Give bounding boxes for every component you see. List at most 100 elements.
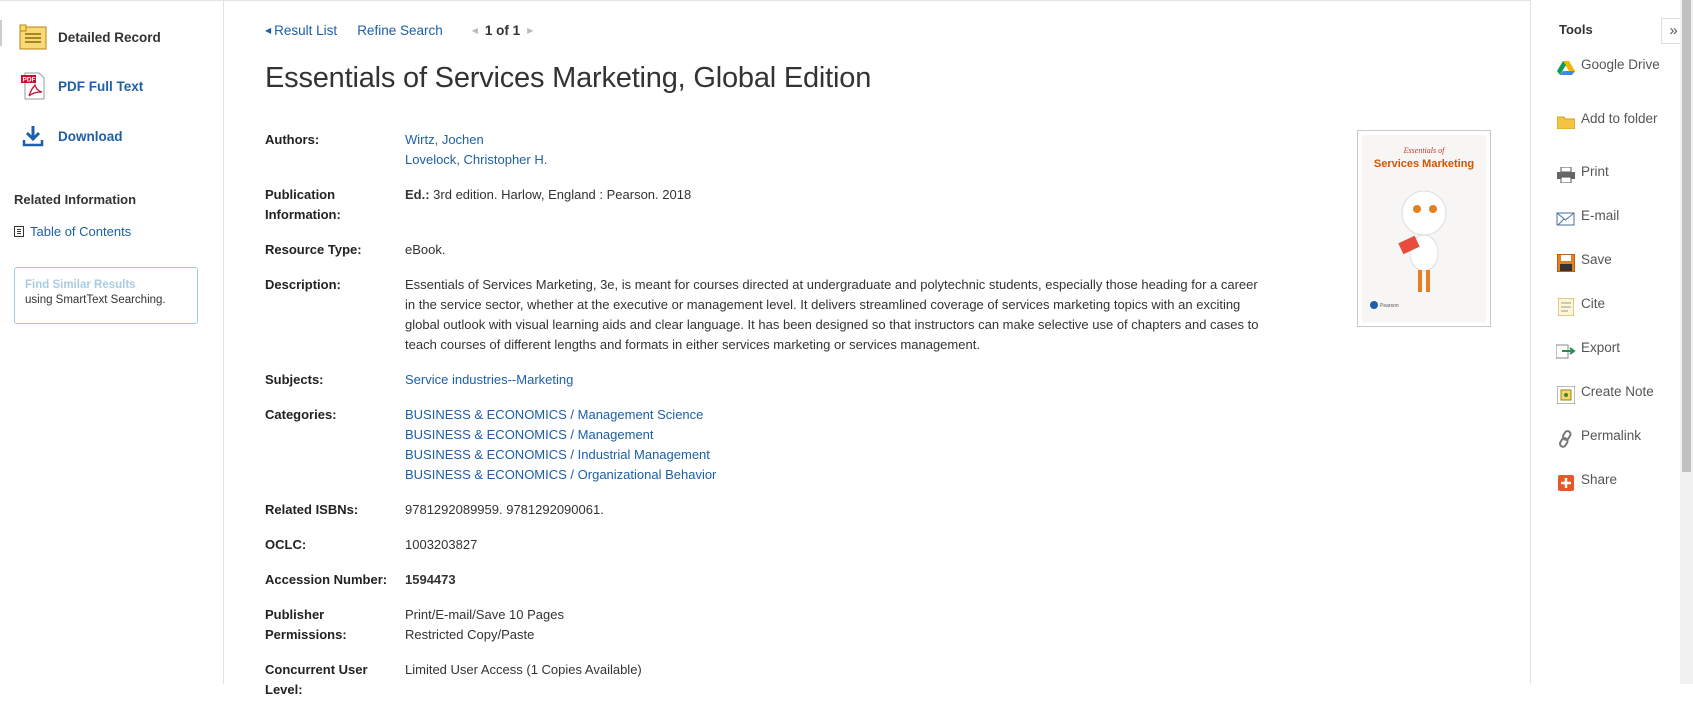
google-drive-icon: [1555, 57, 1577, 79]
tool-label: Permalink: [1581, 428, 1642, 443]
accession-number-row: Accession Number: 1594473: [265, 570, 1345, 590]
category-link[interactable]: BUSINESS & ECONOMICS / Management Scienc…: [405, 405, 1345, 425]
table-of-contents-link[interactable]: Table of Contents: [14, 224, 131, 239]
field-value: 9781292089959. 9781292090061.: [405, 502, 604, 517]
subjects-row: Subjects: Service industries--Marketing: [265, 370, 1345, 390]
field-label: Categories:: [265, 407, 337, 422]
record-fields: Authors: Wirtz, Jochen Lovelock, Christo…: [265, 130, 1345, 715]
download-icon: [18, 121, 48, 151]
tool-print[interactable]: Print: [1555, 164, 1661, 186]
left-sidebar: Detailed Record PDF PDF Full Text Downlo…: [0, 0, 224, 684]
field-label-line: Permissions:: [265, 627, 347, 642]
tool-label: Create Note: [1581, 384, 1654, 399]
download-link[interactable]: Download: [18, 121, 123, 151]
tool-export[interactable]: Export: [1555, 340, 1661, 362]
publication-value: 3rd edition. Harlow, England : Pearson. …: [429, 187, 692, 202]
author-link[interactable]: Lovelock, Christopher H.: [405, 150, 1345, 170]
link-icon: [1555, 428, 1577, 450]
tool-permalink[interactable]: Permalink: [1555, 428, 1661, 450]
field-value: Limited User Access (1 Copies Available): [405, 662, 642, 677]
svg-text:PDF: PDF: [23, 77, 36, 84]
tools-heading: Tools: [1559, 22, 1593, 37]
concurrent-user-level-row: Concurrent User Level: Limited User Acce…: [265, 660, 1345, 700]
table-of-contents-label: Table of Contents: [30, 224, 132, 239]
field-value: Essentials of Services Marketing, 3e, is…: [405, 277, 1259, 352]
tool-google-drive[interactable]: Google Drive: [1555, 57, 1661, 79]
field-label-line: Information:: [265, 207, 341, 222]
tool-label: Print: [1581, 164, 1609, 179]
result-list-link[interactable]: Result List: [274, 23, 337, 38]
tool-share[interactable]: Share: [1555, 472, 1661, 494]
result-navigation: ◀ Result List Refine Search ◀ 1 of 1 ▶: [265, 23, 540, 38]
export-icon: [1555, 340, 1577, 362]
main-content: ◀ Result List Refine Search ◀ 1 of 1 ▶ E…: [224, 0, 1530, 697]
next-record-icon[interactable]: ▶: [527, 26, 533, 35]
tool-email[interactable]: E-mail: [1555, 208, 1661, 230]
tool-save[interactable]: Save: [1555, 252, 1661, 274]
tool-label: Google Drive: [1581, 57, 1660, 72]
tool-label: Add to folder: [1581, 111, 1658, 126]
scrollbar[interactable]: [1680, 0, 1693, 684]
field-label: Concurrent User Level:: [265, 660, 405, 700]
active-indicator: [0, 20, 2, 46]
subject-link[interactable]: Service industries--Marketing: [405, 372, 573, 387]
cover-title-line1: Essentials of: [1403, 146, 1446, 155]
related-information-heading: Related Information: [14, 192, 137, 207]
field-label: Description:: [265, 277, 341, 292]
book-cover-image: Essentials of Services Marketing Pearson: [1362, 135, 1486, 322]
tools-panel: Tools » Google Drive Add to folder Print…: [1530, 0, 1693, 684]
field-value: Restricted Copy/Paste: [405, 627, 535, 642]
record-title: Essentials of Services Marketing, Global…: [265, 62, 872, 94]
authors-row: Authors: Wirtz, Jochen Lovelock, Christo…: [265, 130, 1345, 170]
category-link[interactable]: BUSINESS & ECONOMICS / Industrial Manage…: [405, 445, 1345, 465]
category-link[interactable]: BUSINESS & ECONOMICS / Management: [405, 425, 1345, 445]
cover-publisher: Pearson: [1380, 303, 1399, 309]
detailed-record-link[interactable]: Detailed Record: [18, 22, 161, 52]
field-label: Resource Type:: [265, 242, 362, 257]
tool-add-to-folder[interactable]: Add to folder: [1555, 111, 1661, 133]
author-link[interactable]: Wirtz, Jochen: [405, 130, 1345, 150]
scrollbar-thumb[interactable]: [1682, 0, 1691, 472]
field-label: Authors:: [265, 132, 320, 147]
pager: ◀ 1 of 1 ▶: [465, 23, 541, 38]
detailed-record-label: Detailed Record: [58, 29, 161, 45]
tool-create-note[interactable]: Create Note: [1555, 384, 1661, 406]
find-similar-results-box[interactable]: Find Similar Results using SmartText Sea…: [14, 267, 198, 324]
table-of-contents-icon: [14, 226, 24, 237]
pdf-full-text-link[interactable]: PDF PDF Full Text: [18, 71, 143, 101]
field-label-line: Level:: [265, 682, 303, 697]
oclc-row: OCLC: 1003203827: [265, 535, 1345, 555]
pager-count: 1 of 1: [484, 23, 521, 38]
description-row: Description: Essentials of Services Mark…: [265, 275, 1345, 355]
printer-icon: [1555, 164, 1577, 186]
download-label: Download: [58, 128, 123, 144]
related-isbns-row: Related ISBNs: 9781292089959. 9781292090…: [265, 500, 1345, 520]
field-label: Publisher Permissions:: [265, 605, 405, 645]
previous-record-icon[interactable]: ◀: [472, 26, 478, 35]
tool-label: Save: [1581, 252, 1612, 267]
email-icon: [1555, 208, 1577, 230]
tool-label: Export: [1581, 340, 1621, 355]
tool-cite[interactable]: Cite: [1555, 296, 1661, 318]
find-similar-subtitle: using SmartText Searching.: [25, 294, 166, 306]
field-value: 1594473: [405, 572, 456, 587]
cover-title-line2: Services Marketing: [1374, 158, 1474, 170]
field-value: 1003203827: [405, 537, 478, 552]
refine-search-link[interactable]: Refine Search: [357, 23, 443, 38]
share-icon: [1555, 472, 1577, 494]
find-similar-title: Find Similar Results: [25, 279, 136, 291]
field-value: Print/E-mail/Save 10 Pages: [405, 607, 564, 622]
category-link[interactable]: BUSINESS & ECONOMICS / Organizational Be…: [405, 465, 1345, 485]
folder-icon: [1555, 111, 1577, 133]
field-label: Subjects:: [265, 372, 324, 387]
field-label: Related ISBNs:: [265, 502, 359, 517]
tool-label: Cite: [1581, 296, 1606, 311]
note-icon: [1555, 384, 1577, 406]
field-label: Publication Information:: [265, 185, 405, 225]
save-icon: [1555, 252, 1577, 274]
pdf-icon: PDF: [18, 71, 48, 101]
field-label-line: Publication: [265, 187, 336, 202]
tool-label: E-mail: [1581, 208, 1620, 223]
book-cover-thumbnail[interactable]: Essentials of Services Marketing Pearson: [1357, 130, 1491, 327]
edition-prefix: Ed.:: [405, 187, 430, 202]
